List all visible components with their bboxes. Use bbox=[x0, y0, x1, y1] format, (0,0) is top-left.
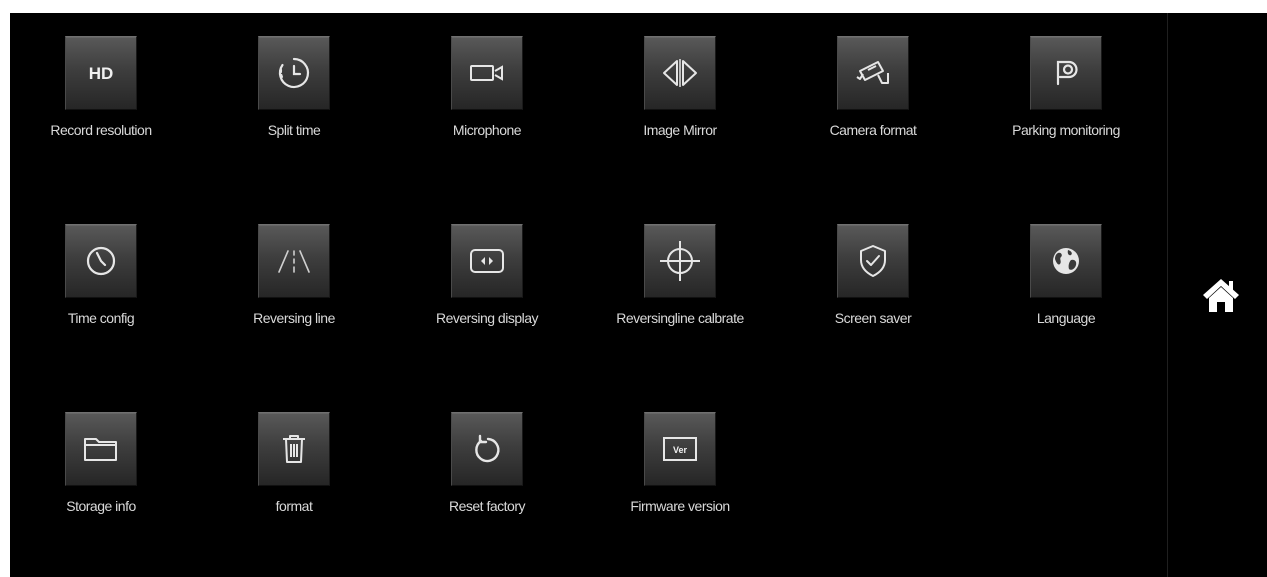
menu-label: Image Mirror bbox=[643, 122, 717, 138]
menu-item-split-time[interactable]: Split time bbox=[218, 13, 368, 163]
folder-icon bbox=[65, 412, 137, 486]
menu-item-firmware-version[interactable]: Ver Firmware version bbox=[604, 389, 754, 539]
menu-item-image-mirror[interactable]: Image Mirror bbox=[604, 13, 754, 163]
menu-label: format bbox=[275, 498, 313, 514]
menu-item-reversing-line[interactable]: Reversing line bbox=[218, 201, 368, 351]
timer-icon bbox=[258, 36, 330, 110]
trash-icon bbox=[258, 412, 330, 486]
menu-label: Parking monitoring bbox=[1012, 122, 1120, 138]
menu-label: Storage info bbox=[66, 498, 136, 514]
menu-item-camera-format[interactable]: Camera format bbox=[797, 13, 947, 163]
menu-label: Screen saver bbox=[834, 310, 912, 326]
clock-icon bbox=[65, 224, 137, 298]
home-icon bbox=[1201, 276, 1241, 319]
menu-item-screen-saver[interactable]: Screen saver bbox=[797, 201, 947, 351]
menu-label: Camera format bbox=[829, 122, 917, 138]
menu-item-storage-info[interactable]: Storage info bbox=[25, 389, 175, 539]
reset-icon bbox=[451, 412, 523, 486]
home-button[interactable] bbox=[1200, 276, 1242, 318]
svg-text:Ver: Ver bbox=[673, 445, 688, 455]
version-icon: Ver bbox=[644, 412, 716, 486]
menu-label: Language bbox=[1036, 310, 1096, 326]
menu-label: Microphone bbox=[452, 122, 522, 138]
crosshair-icon bbox=[644, 224, 716, 298]
shield-check-icon bbox=[837, 224, 909, 298]
menu-item-reset-factory[interactable]: Reset factory bbox=[411, 389, 561, 539]
menu-item-language[interactable]: Language bbox=[990, 201, 1140, 351]
menu-label: Reversing line bbox=[253, 310, 335, 326]
menu-item-reversing-display[interactable]: Reversing display bbox=[411, 201, 561, 351]
settings-screen: HD Record resolution Split time Micropho… bbox=[10, 13, 1267, 577]
display-arrows-icon bbox=[451, 224, 523, 298]
parking-icon bbox=[1030, 36, 1102, 110]
road-lines-icon bbox=[258, 224, 330, 298]
menu-item-time-config[interactable]: Time config bbox=[25, 201, 175, 351]
menu-label: Time config bbox=[67, 310, 135, 326]
globe-icon bbox=[1030, 224, 1102, 298]
video-camera-icon bbox=[451, 36, 523, 110]
menu-label: Reversing display bbox=[436, 310, 539, 326]
menu-item-record-resolution[interactable]: HD Record resolution bbox=[25, 13, 175, 163]
security-camera-icon bbox=[837, 36, 909, 110]
mirror-arrows-icon bbox=[644, 36, 716, 110]
menu-item-parking-monitoring[interactable]: Parking monitoring bbox=[990, 13, 1140, 163]
menu-label: Reset factory bbox=[449, 498, 525, 514]
menu-item-reversing-line-calibrate[interactable]: Reversingline calbrate bbox=[604, 201, 754, 351]
menu-label: Record resolution bbox=[50, 122, 152, 138]
sidebar-divider bbox=[1167, 13, 1168, 577]
menu-label: Reversingline calbrate bbox=[616, 310, 744, 326]
hd-icon: HD bbox=[65, 36, 137, 110]
menu-item-microphone[interactable]: Microphone bbox=[411, 13, 561, 163]
menu-label: Split time bbox=[267, 122, 321, 138]
svg-text:HD: HD bbox=[89, 64, 114, 83]
menu-label: Firmware version bbox=[630, 498, 730, 514]
menu-item-format[interactable]: format bbox=[218, 389, 368, 539]
